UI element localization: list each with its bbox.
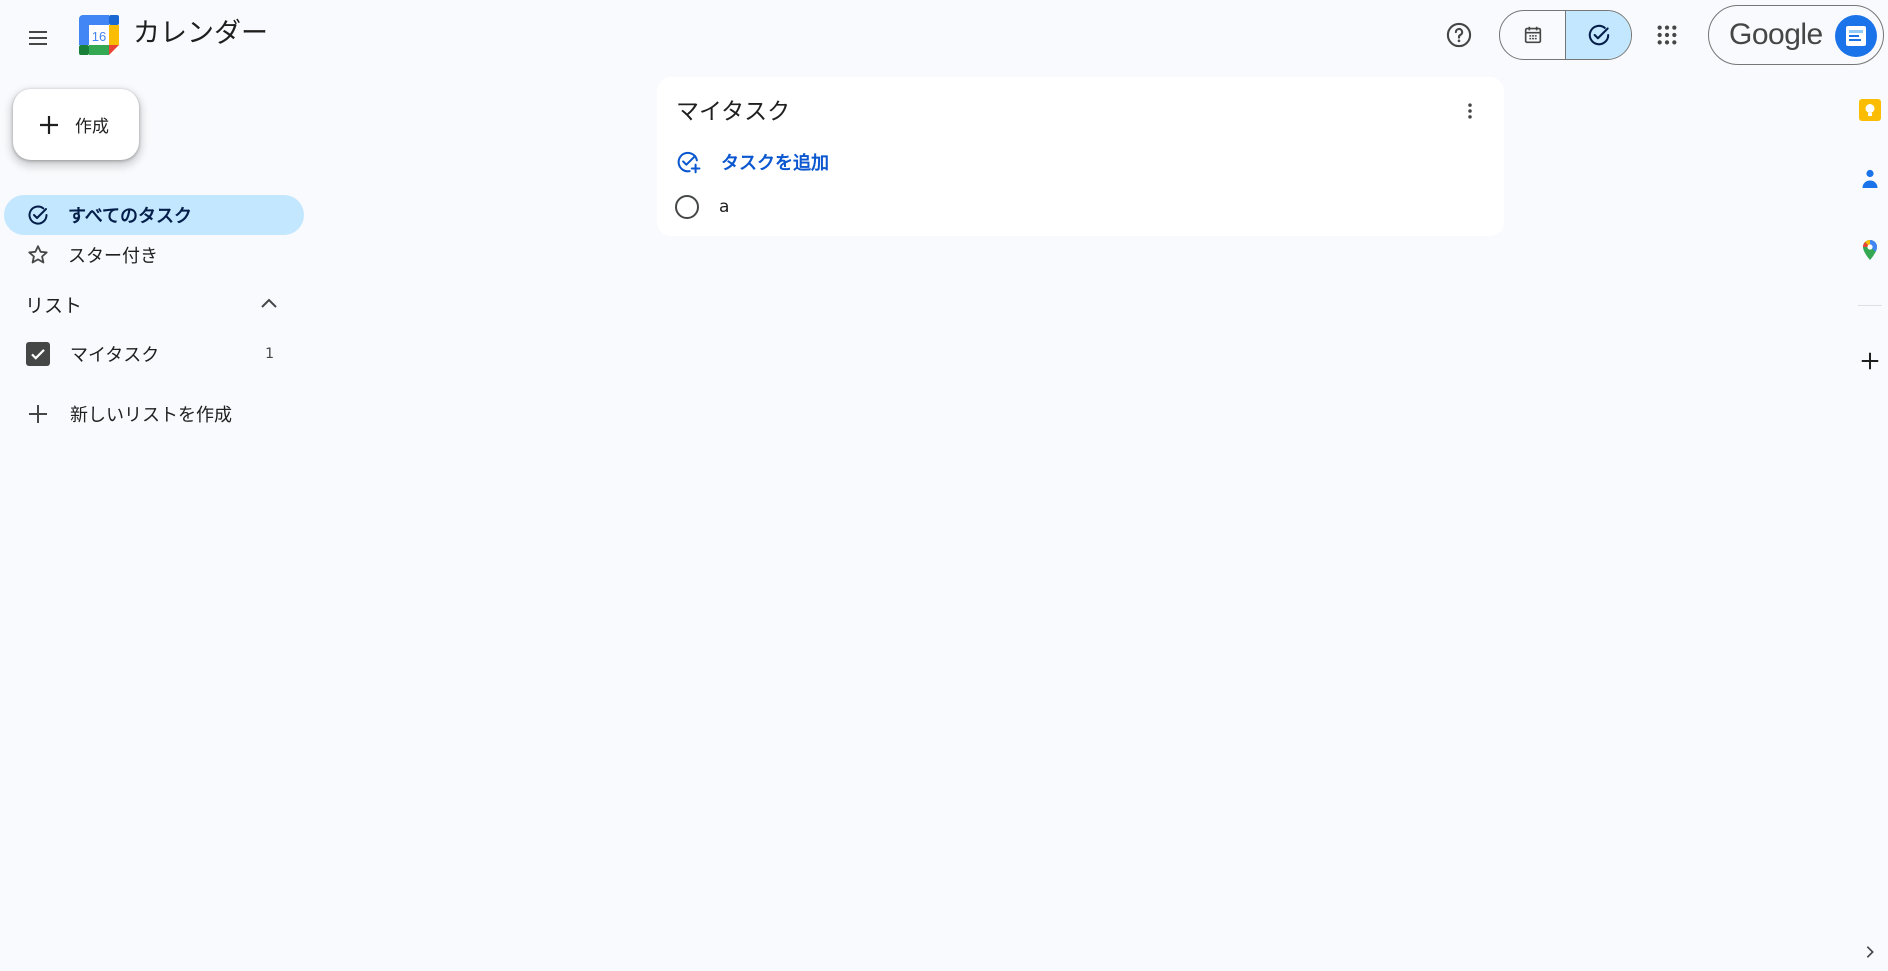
create-button[interactable]: 作成 [13, 89, 139, 160]
list-item-mytasks[interactable]: マイタスク 1 [4, 334, 304, 374]
star-icon [28, 245, 48, 264]
lists-section-title: リスト [25, 294, 83, 317]
nav-starred-label: スター付き [68, 246, 158, 267]
add-icon [1861, 352, 1879, 370]
hamburger-icon [29, 31, 47, 45]
chevron-up-icon [261, 298, 277, 308]
get-add-ons-button[interactable] [1854, 345, 1886, 377]
task-item[interactable]: a [675, 192, 1475, 222]
contacts-icon [1862, 169, 1878, 188]
nav-starred[interactable]: スター付き [4, 235, 304, 275]
calendar-view-button[interactable] [1500, 11, 1565, 59]
side-panel-divider [1858, 305, 1882, 306]
avatar[interactable] [1835, 15, 1877, 57]
lists-collapse-button[interactable] [253, 288, 285, 320]
show-side-panel-button[interactable] [1858, 940, 1882, 964]
help-icon [1446, 22, 1472, 48]
tasks-view-button[interactable] [1565, 11, 1631, 59]
plus-icon [29, 405, 47, 423]
account-chip[interactable]: Google [1708, 5, 1884, 65]
list-item-count: 1 [265, 346, 274, 362]
avatar-image-icon [1846, 26, 1866, 46]
create-new-list-button[interactable]: 新しいリストを作成 [4, 394, 304, 434]
maps-icon [1863, 240, 1877, 260]
create-new-list-label: 新しいリストを作成 [70, 405, 232, 426]
task-check-icon [1588, 24, 1609, 46]
help-button[interactable] [1434, 11, 1484, 59]
keep-icon [1859, 99, 1881, 121]
add-task-button[interactable]: タスクを追加 [675, 147, 829, 177]
maps-button[interactable] [1854, 234, 1886, 266]
nav-all-tasks[interactable]: すべてのタスク [4, 195, 304, 235]
view-switcher [1499, 10, 1632, 60]
calendar-logo[interactable]: 16 [79, 15, 119, 55]
list-item-label: マイタスク [70, 345, 160, 366]
list-visibility-checkbox[interactable] [26, 342, 50, 366]
add-task-label: タスクを追加 [721, 153, 829, 174]
task-complete-toggle[interactable] [675, 195, 699, 219]
keep-button[interactable] [1854, 94, 1886, 126]
contacts-button[interactable] [1854, 163, 1886, 195]
chevron-right-icon [1866, 946, 1874, 958]
create-button-label: 作成 [75, 117, 109, 137]
calendar-logo-icon: 16 [79, 15, 119, 55]
checkmark-icon [31, 349, 45, 360]
more-vert-icon [1468, 103, 1472, 119]
app-title: カレンダー [133, 18, 268, 49]
main-menu-button[interactable] [14, 14, 62, 62]
task-list-title: マイタスク [676, 99, 791, 125]
plus-icon [40, 115, 58, 134]
list-options-button[interactable] [1452, 93, 1488, 129]
lists-section-header: リスト [25, 288, 285, 320]
google-brand-label: Google [1729, 18, 1823, 51]
logo-day: 16 [92, 29, 106, 44]
add-task-icon [677, 151, 701, 174]
task-check-icon [28, 205, 48, 225]
google-apps-button[interactable] [1643, 11, 1691, 59]
apps-grid-icon [1657, 25, 1677, 45]
task-title[interactable]: a [719, 197, 729, 217]
calendar-icon [1524, 26, 1541, 44]
nav-all-tasks-label: すべてのタスク [68, 206, 193, 227]
task-list-card: マイタスク タスクを追加 a [657, 77, 1504, 236]
